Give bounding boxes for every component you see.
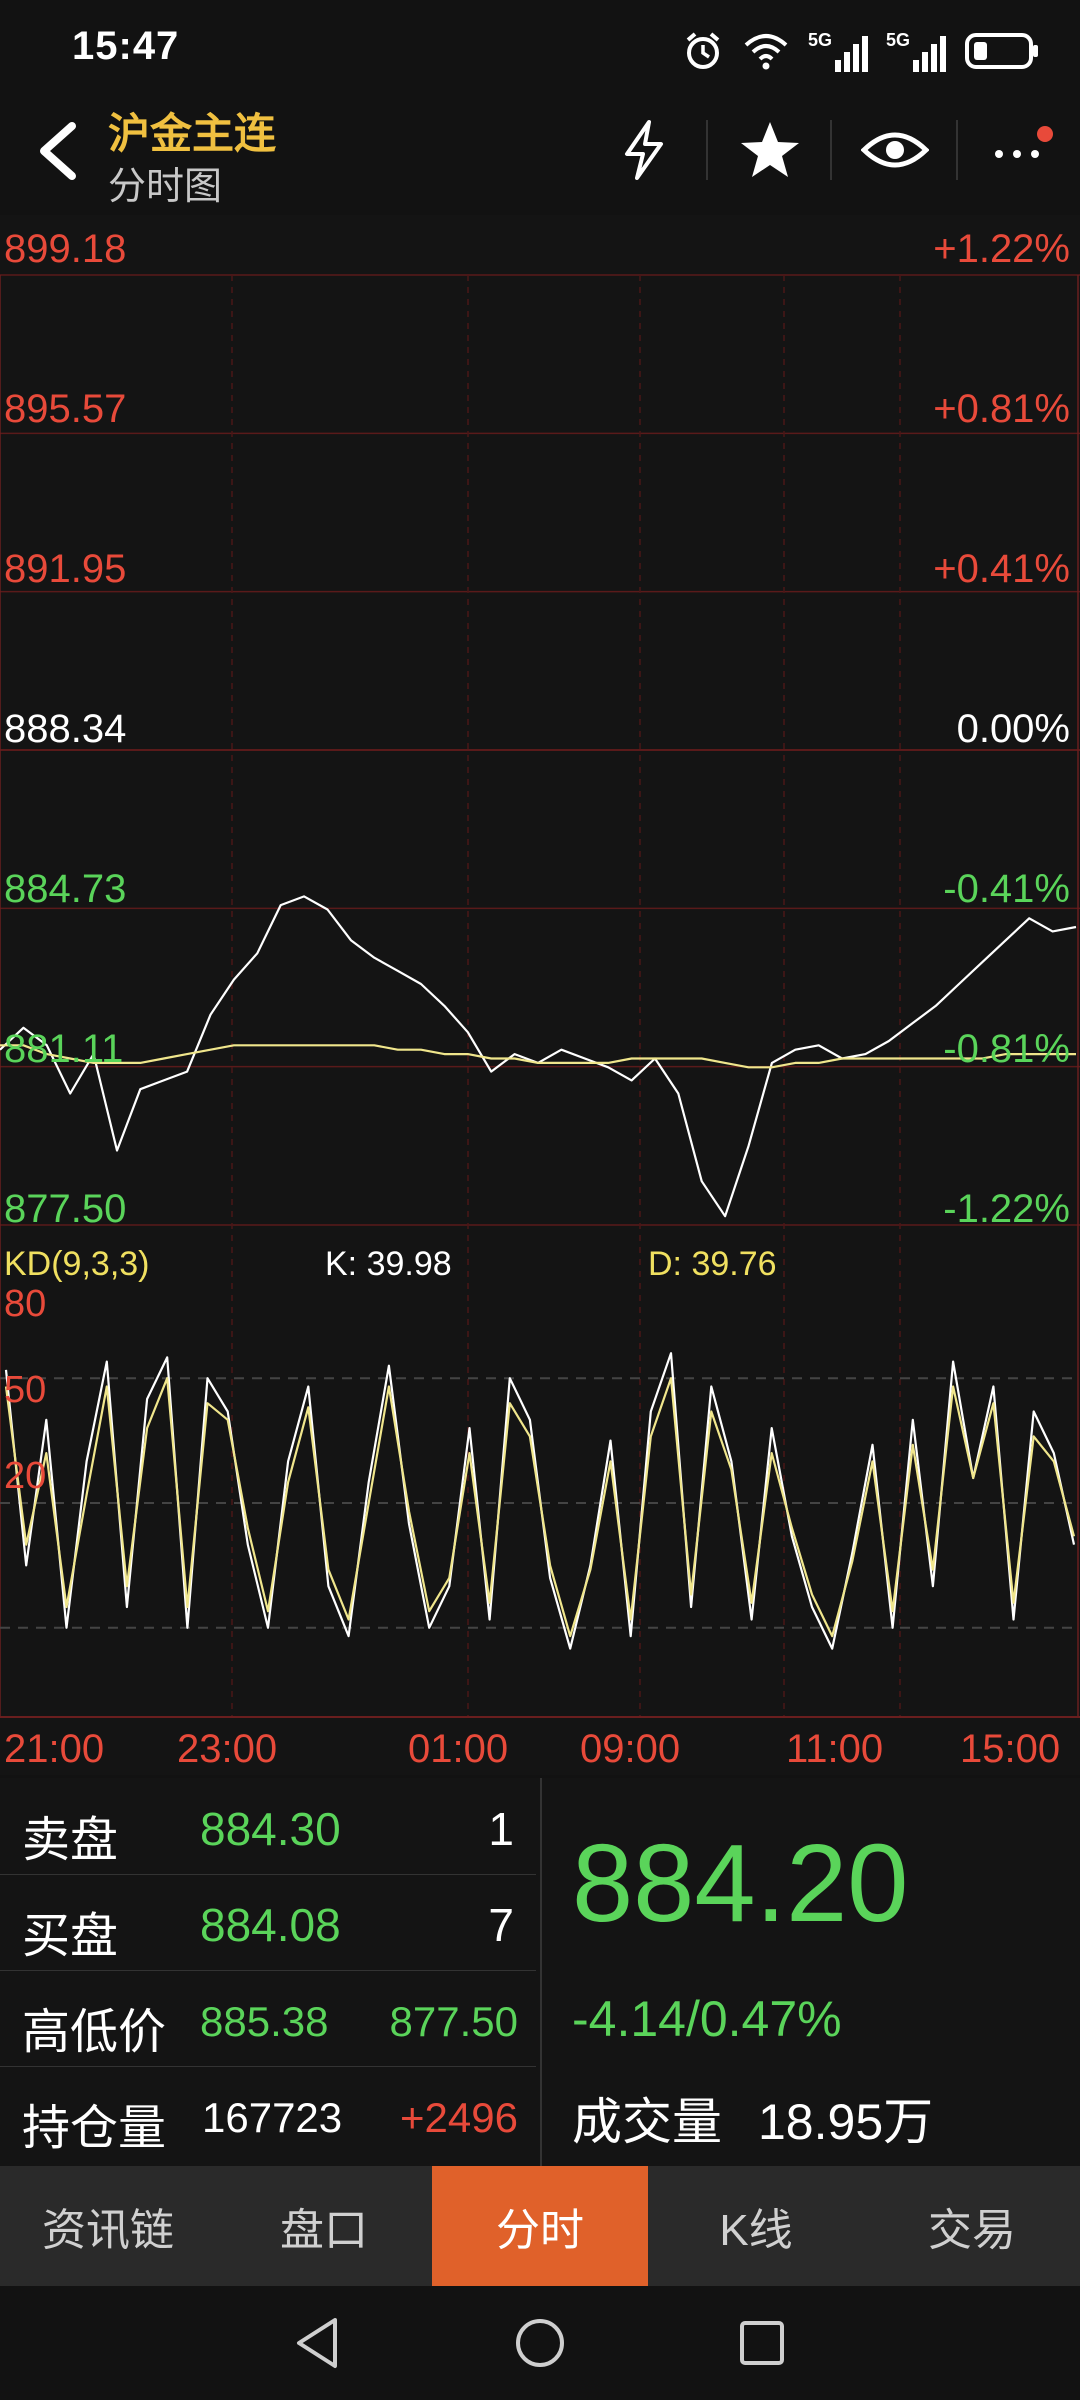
kd-indicator-name[interactable]: KD(9,3,3) — [4, 1245, 150, 1284]
favorite-button[interactable] — [730, 110, 810, 190]
low-price: 877.50 — [389, 1998, 518, 2045]
buy-qty: 7 — [488, 1899, 514, 1951]
price-tick: 891.95 — [4, 547, 127, 591]
highlow-row: 高低价 885.38 877.50 — [0, 1970, 536, 2067]
kd-d-line — [4, 1377, 1076, 1638]
bottom-tabs: 资讯链 盘口 分时 K线 交易 — [0, 2166, 1080, 2286]
header: 沪金主连 分时图 — [0, 100, 1080, 215]
page-title: 沪金主连 — [108, 110, 277, 157]
last-price-panel: 884.20 -4.14/0.47% 成交量 18.95万 — [540, 1778, 1080, 2166]
open-interest-change: +2496 — [400, 2094, 518, 2141]
lightning-icon — [625, 120, 663, 180]
pct-tick: +0.81% — [933, 387, 1070, 431]
price-tick: 895.57 — [4, 387, 127, 431]
highlow-label: 高低价 — [22, 2006, 167, 2059]
time-tick: 09:00 — [580, 1727, 681, 1771]
price-change: -4.14/0.47% — [572, 1991, 842, 2047]
back-triangle-icon[interactable] — [293, 2316, 343, 2370]
time-tick: 01:00 — [408, 1727, 509, 1771]
pct-tick: 0.00% — [956, 707, 1070, 751]
buy-row[interactable]: 买盘 884.08 7 — [0, 1874, 536, 1971]
tab-kline[interactable]: K线 — [648, 2166, 864, 2286]
more-icon — [995, 126, 1053, 158]
header-separator — [830, 120, 832, 180]
header-separator — [706, 120, 708, 180]
eye-icon — [861, 132, 929, 168]
status-time: 15:47 — [72, 24, 180, 68]
pct-tick: -0.41% — [943, 867, 1070, 911]
alarm-icon — [686, 32, 720, 69]
kd-level: 80 — [4, 1283, 47, 1325]
price-series — [0, 895, 1077, 1218]
kd-k-value: K: 39.98 — [325, 1245, 452, 1283]
pct-tick: +0.41% — [933, 547, 1070, 591]
kd-level: 50 — [4, 1369, 47, 1411]
star-icon — [741, 122, 799, 177]
chart-canvas — [0, 274, 1080, 1718]
kd-d-value: D: 39.76 — [648, 1245, 777, 1283]
system-nav-bar — [0, 2286, 1080, 2400]
price-tick: 884.73 — [4, 867, 127, 911]
sell-qty: 1 — [488, 1803, 514, 1855]
signal-5g-2-icon: 5G — [886, 30, 946, 72]
quote-panel: 卖盘 884.30 1 买盘 884.08 7 高低价 885.38 877.5… — [0, 1778, 1080, 2166]
average-price-line — [0, 1044, 1076, 1069]
price-line — [0, 895, 1077, 1218]
sell-price: 884.30 — [200, 1803, 341, 1855]
tab-trade[interactable]: 交易 — [864, 2166, 1080, 2286]
time-tick: 11:00 — [786, 1727, 884, 1771]
watch-button[interactable] — [855, 110, 935, 190]
tab-news-chain[interactable]: 资讯链 — [0, 2166, 216, 2286]
wifi-icon — [744, 34, 788, 70]
status-bar: 15:47 5G 5G — [0, 0, 1080, 100]
tab-order-book[interactable]: 盘口 — [216, 2166, 432, 2286]
back-button[interactable] — [24, 116, 94, 186]
buy-label: 买盘 — [22, 1910, 119, 1963]
time-tick: 21:00 — [4, 1727, 105, 1771]
lightning-button[interactable] — [604, 110, 684, 190]
header-separator — [956, 120, 958, 180]
time-tick: 15:00 — [960, 1727, 1061, 1771]
price-tick: 881.11 — [4, 1027, 124, 1071]
price-tick: 899.18 — [4, 227, 127, 271]
price-tick: 877.50 — [4, 1187, 127, 1231]
high-price: 885.38 — [200, 1998, 329, 2045]
pct-tick: -0.81% — [943, 1027, 1070, 1071]
signal-5g-1-icon: 5G — [808, 30, 868, 72]
home-circle-icon[interactable] — [513, 2316, 567, 2370]
sell-label: 卖盘 — [22, 1814, 119, 1867]
open-interest-label: 持仓量 — [22, 2102, 167, 2155]
pct-tick: +1.22% — [933, 227, 1070, 271]
recents-square-icon[interactable] — [737, 2318, 787, 2368]
battery-icon — [965, 33, 1038, 69]
price-tick: 888.34 — [4, 707, 127, 751]
buy-price: 884.08 — [200, 1899, 341, 1951]
volume-label: 成交量 — [572, 2094, 722, 2150]
intraday-chart[interactable]: 899.18 895.57 891.95 888.34 884.73 881.1… — [0, 215, 1080, 1775]
kd-series — [4, 1352, 1076, 1650]
last-price: 884.20 — [572, 1822, 909, 1945]
pct-tick: -1.22% — [943, 1187, 1070, 1231]
kd-level: 20 — [4, 1455, 47, 1497]
sell-row[interactable]: 卖盘 884.30 1 — [0, 1778, 536, 1875]
time-tick: 23:00 — [177, 1727, 278, 1771]
volume-value: 18.95万 — [758, 2094, 934, 2150]
page-subtitle: 分时图 — [108, 166, 223, 208]
more-button[interactable] — [980, 110, 1060, 190]
status-icons: 5G 5G — [682, 26, 1040, 76]
open-interest-row: 持仓量 167723 +2496 — [0, 2066, 536, 2162]
tab-intraday[interactable]: 分时 — [432, 2166, 648, 2286]
open-interest-value: 167723 — [202, 2094, 343, 2141]
back-arrow-icon — [40, 122, 76, 180]
